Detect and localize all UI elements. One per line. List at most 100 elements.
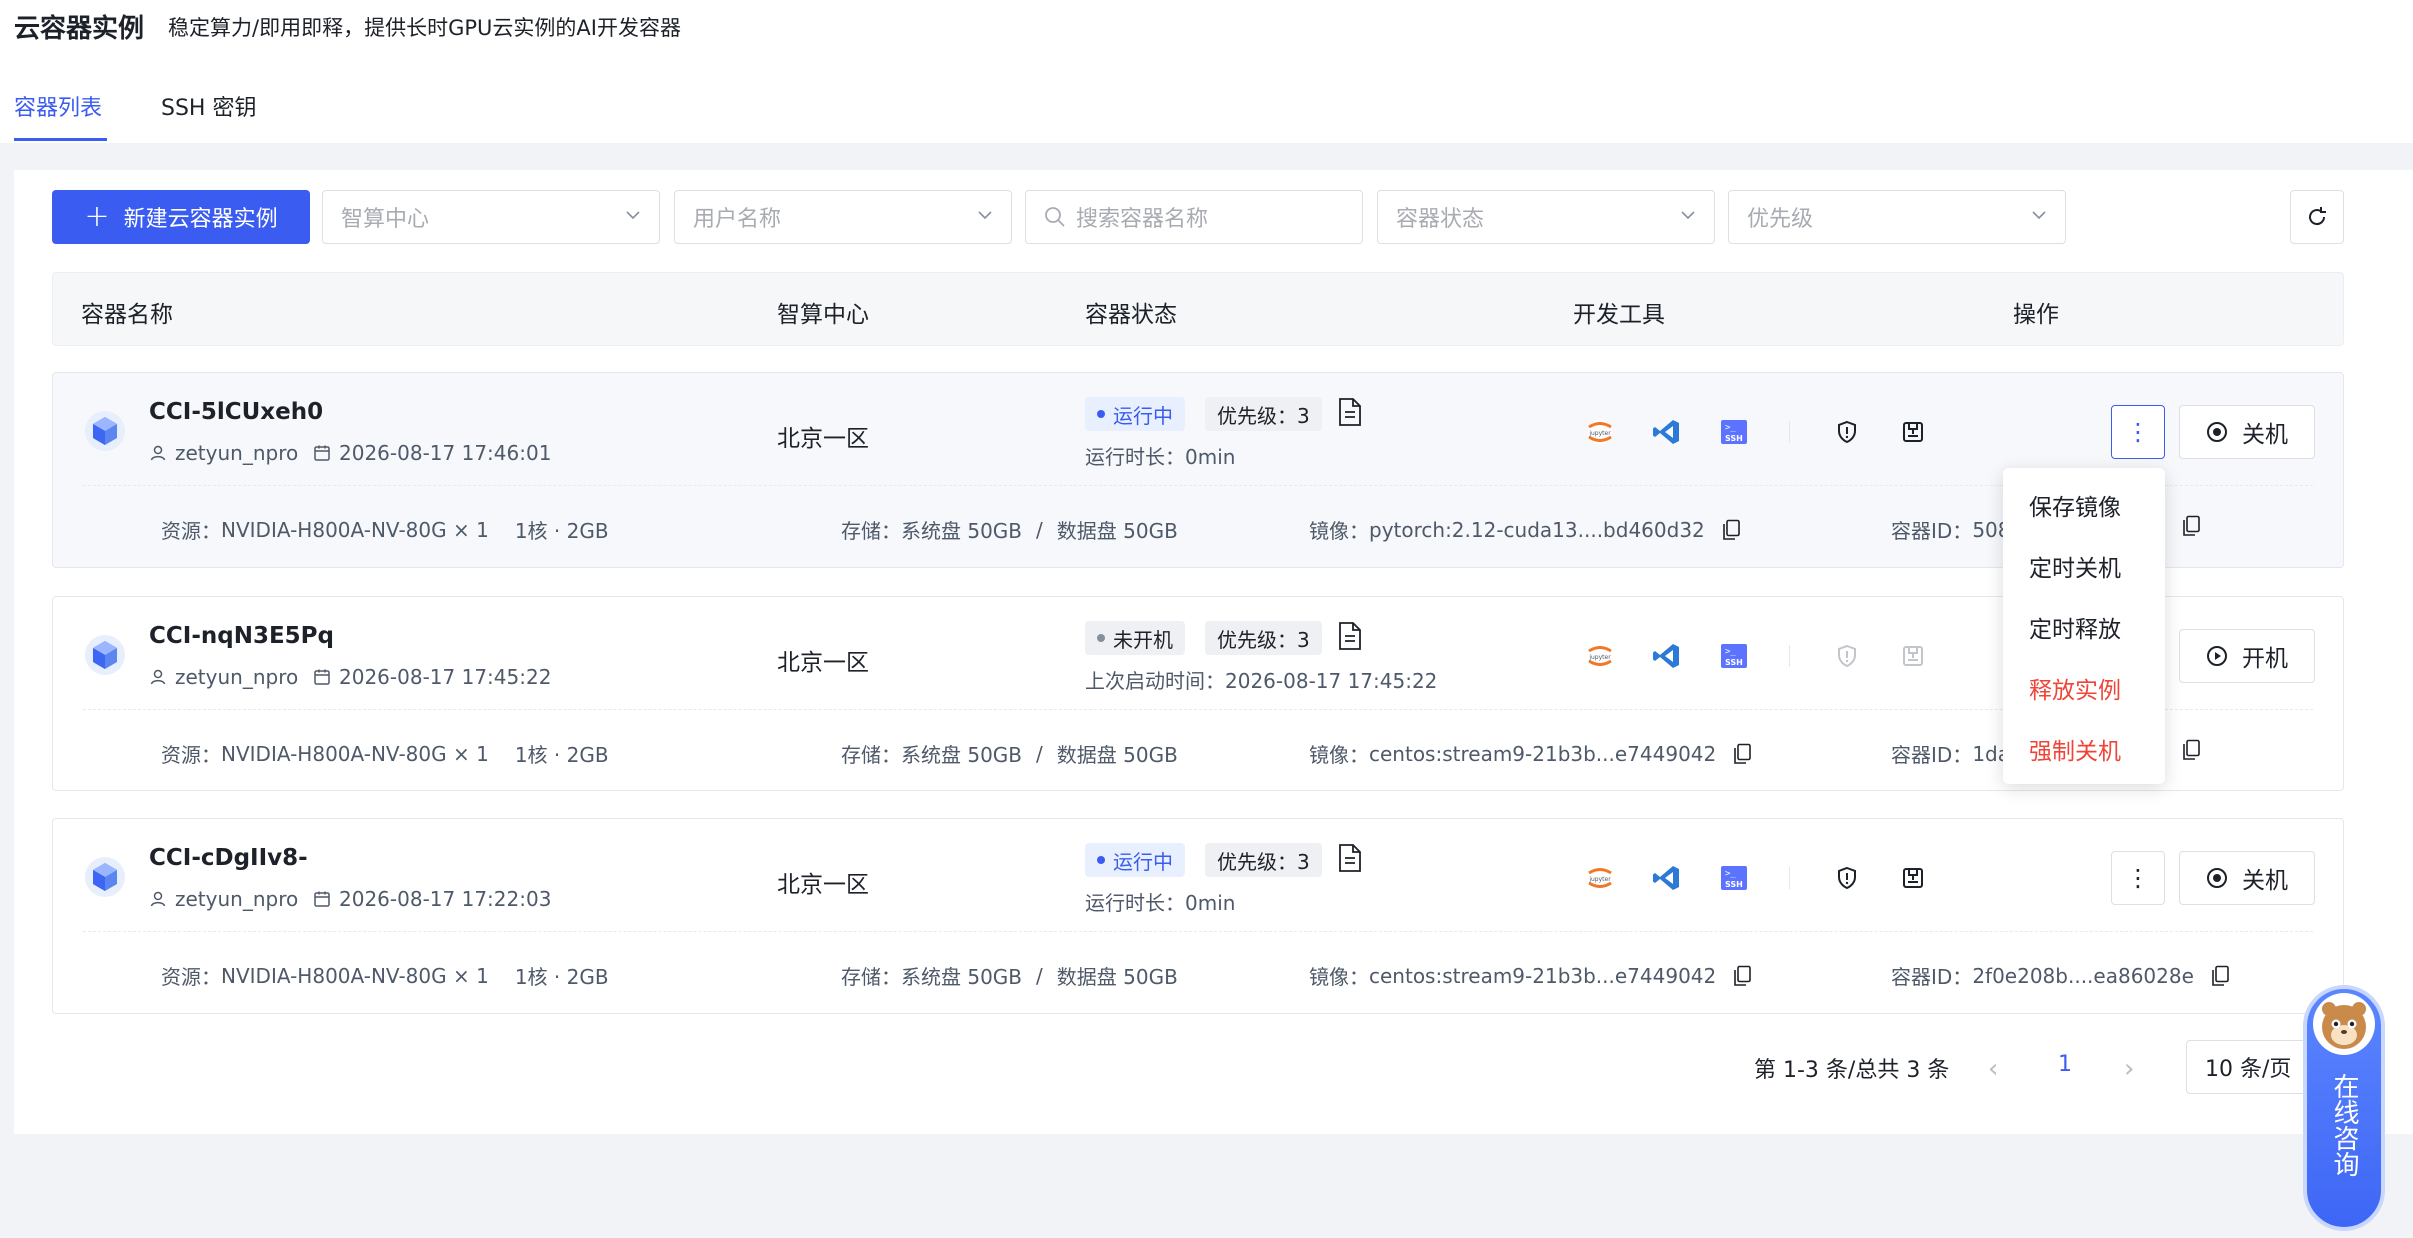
ssh-terminal-icon[interactable]: >_ SSH bbox=[1717, 415, 1751, 449]
document-icon[interactable] bbox=[1337, 621, 1363, 651]
copy-icon[interactable] bbox=[2181, 515, 2201, 537]
created-time: 2026-08-17 17:22:03 bbox=[339, 887, 552, 911]
online-consult-widget[interactable]: 在线咨询 bbox=[2303, 985, 2385, 1231]
last-start-info: 上次启动时间：2026-08-17 17:45:22 bbox=[1085, 669, 1438, 693]
svg-text:jupyter: jupyter bbox=[1588, 876, 1611, 883]
ssh-terminal-icon[interactable]: >_ SSH bbox=[1717, 639, 1751, 673]
cpu-mem-spec: 1核 · 2GB bbox=[514, 519, 609, 543]
gpu-spec: NVIDIA-H800A-NV-80G × 1 bbox=[221, 963, 489, 988]
storage-info: 存储： 系统盘 50GB / 数据盘 50GB bbox=[841, 739, 1178, 768]
owner-name: zetyun_npro bbox=[175, 887, 299, 911]
shield-icon[interactable] bbox=[1830, 861, 1864, 895]
menu-item-force-shutdown[interactable]: 强制关机 bbox=[2003, 722, 2165, 783]
save-disk-icon[interactable] bbox=[1896, 861, 1930, 895]
priority-badge: 优先级：3 bbox=[1205, 397, 1322, 431]
owner-name: zetyun_npro bbox=[175, 441, 299, 465]
power-off-button[interactable]: 关机 bbox=[2179, 851, 2315, 905]
refresh-button[interactable] bbox=[2290, 190, 2344, 244]
jupyter-icon[interactable]: jupyter bbox=[1583, 639, 1617, 673]
chevron-down-icon bbox=[978, 211, 992, 220]
user-icon bbox=[150, 445, 166, 461]
power-off-button[interactable]: 关机 bbox=[2179, 405, 2315, 459]
status-badge: 运行中 bbox=[1085, 397, 1185, 431]
chevron-down-icon bbox=[2032, 211, 2046, 220]
vscode-icon[interactable] bbox=[1650, 639, 1684, 673]
copy-icon[interactable] bbox=[1721, 519, 1741, 541]
vscode-icon[interactable] bbox=[1650, 861, 1684, 895]
create-container-button[interactable]: + 新建云容器实例 bbox=[52, 190, 310, 244]
resource-label: 资源： bbox=[161, 743, 221, 767]
svg-text:jupyter: jupyter bbox=[1588, 654, 1611, 661]
container-center: 北京一区 bbox=[777, 650, 869, 676]
priority-badge: 优先级：3 bbox=[1205, 843, 1322, 877]
image-info: 镜像： centos:stream9-21b3b...e7449042 bbox=[1309, 961, 1752, 990]
save-disk-icon[interactable] bbox=[1896, 415, 1930, 449]
tool-divider bbox=[1789, 421, 1790, 443]
resource-info: 资源： NVIDIA-H800A-NV-80G × 1 1核 · 2GB bbox=[161, 961, 609, 990]
power-off-label: 关机 bbox=[2242, 868, 2288, 894]
cpu-mem-spec: 1核 · 2GB bbox=[514, 743, 609, 767]
copy-icon[interactable] bbox=[1732, 743, 1752, 765]
ssh-terminal-icon[interactable]: >_ SSH bbox=[1717, 861, 1751, 895]
more-actions-button[interactable]: ⋮ bbox=[2111, 405, 2165, 459]
status-badge: 运行中 bbox=[1085, 843, 1185, 877]
column-header-status: 容器状态 bbox=[1085, 302, 1177, 328]
document-icon[interactable] bbox=[1337, 843, 1363, 873]
container-name[interactable]: CCI-cDgIIv8- bbox=[149, 845, 308, 871]
user-icon bbox=[150, 891, 166, 907]
table-header: 容器名称 智算中心 容器状态 开发工具 操作 bbox=[52, 272, 2344, 346]
shield-icon[interactable] bbox=[1830, 415, 1864, 449]
power-on-button[interactable]: 开机 bbox=[2179, 629, 2315, 683]
copy-icon[interactable] bbox=[1732, 965, 1752, 987]
container-id-label: 容器ID： bbox=[1891, 519, 1973, 543]
center-filter-select[interactable]: 智算中心 bbox=[322, 190, 660, 244]
tab-container-list[interactable]: 容器列表 bbox=[14, 90, 102, 122]
svg-text:SSH: SSH bbox=[1725, 880, 1743, 889]
container-name[interactable]: CCI-nqN3E5Pq bbox=[149, 623, 334, 649]
chevron-left-icon[interactable]: ‹ bbox=[1988, 1054, 1998, 1084]
svg-text:SSH: SSH bbox=[1725, 658, 1743, 667]
search-placeholder: 搜索容器名称 bbox=[1076, 207, 1209, 232]
menu-item-release-instance[interactable]: 释放实例 bbox=[2003, 661, 2165, 722]
storage-separator: / bbox=[1036, 963, 1043, 988]
image-label: 镜像： bbox=[1309, 965, 1369, 989]
more-actions-button[interactable]: ⋮ bbox=[2111, 851, 2165, 905]
status-filter-select[interactable]: 容器状态 bbox=[1377, 190, 1715, 244]
copy-icon[interactable] bbox=[2181, 739, 2201, 761]
active-tab-indicator bbox=[14, 138, 107, 141]
data-disk: 数据盘 50GB bbox=[1056, 965, 1178, 989]
gpu-spec: NVIDIA-H800A-NV-80G × 1 bbox=[221, 741, 489, 766]
container-id-label: 容器ID： bbox=[1891, 965, 1973, 989]
container-id-info: 容器ID： 2f0e208b....ea86028e bbox=[1891, 961, 2230, 990]
menu-item-save-image[interactable]: 保存镜像 bbox=[2003, 478, 2165, 539]
status-label: 运行中 bbox=[1113, 403, 1173, 428]
document-icon[interactable] bbox=[1337, 397, 1363, 427]
copy-icon[interactable] bbox=[2210, 965, 2230, 987]
data-disk: 数据盘 50GB bbox=[1056, 743, 1178, 767]
vscode-icon[interactable] bbox=[1650, 415, 1684, 449]
pagination-page-1[interactable]: 1 bbox=[2058, 1052, 2072, 1077]
top-header: 云容器实例 稳定算力/即用即释，提供长时GPU云实例的AI开发容器 容器列表 S… bbox=[0, 0, 2413, 143]
play-icon bbox=[2207, 646, 2227, 666]
tab-ssh-keys[interactable]: SSH 密钥 bbox=[161, 90, 256, 122]
container-name[interactable]: CCI-5lCUxeh0 bbox=[149, 399, 323, 425]
more-actions-menu: 保存镜像 定时关机 定时释放 释放实例 强制关机 bbox=[2003, 468, 2165, 784]
menu-item-scheduled-shutdown[interactable]: 定时关机 bbox=[2003, 539, 2165, 600]
menu-item-scheduled-release[interactable]: 定时释放 bbox=[2003, 600, 2165, 661]
chevron-right-icon[interactable]: › bbox=[2124, 1054, 2134, 1084]
container-created: 2026-08-17 17:22:03 bbox=[313, 887, 551, 911]
priority-filter-select[interactable]: 优先级 bbox=[1728, 190, 2066, 244]
power-on-label: 开机 bbox=[2242, 646, 2288, 672]
mascot-avatar-icon bbox=[2313, 993, 2375, 1055]
image-name: centos:stream9-21b3b...e7449042 bbox=[1369, 963, 1717, 988]
page-size-select[interactable]: 10 条/页 bbox=[2186, 1040, 2316, 1094]
storage-label: 存储： bbox=[841, 743, 901, 767]
runtime-info: 运行时长：0min bbox=[1085, 891, 1236, 915]
jupyter-icon[interactable]: jupyter bbox=[1583, 415, 1617, 449]
jupyter-icon[interactable]: jupyter bbox=[1583, 861, 1617, 895]
user-filter-placeholder: 用户名称 bbox=[693, 207, 782, 232]
user-filter-select[interactable]: 用户名称 bbox=[674, 190, 1012, 244]
power-off-icon bbox=[2207, 422, 2227, 442]
search-input[interactable]: 搜索容器名称 bbox=[1025, 190, 1363, 244]
center-filter-placeholder: 智算中心 bbox=[341, 207, 430, 232]
